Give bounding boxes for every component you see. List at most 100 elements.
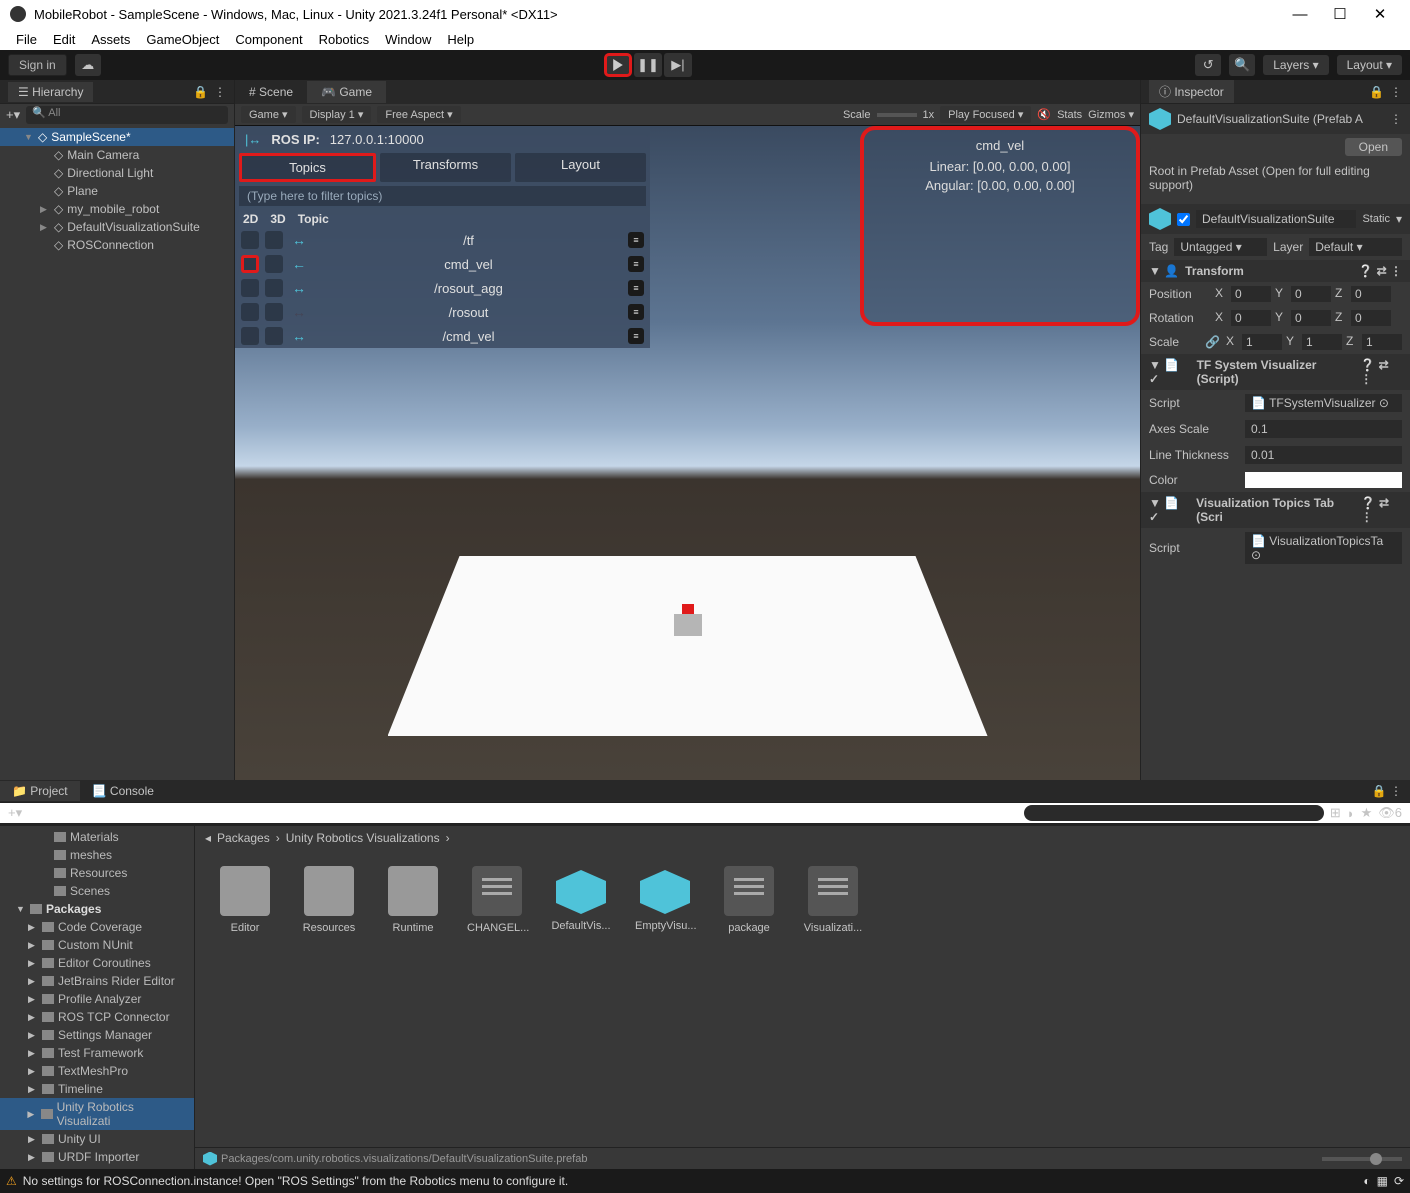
color-field[interactable]: [1245, 472, 1402, 488]
breadcrumb-item[interactable]: Unity Robotics Visualizations: [286, 831, 440, 845]
ros-tab-topics[interactable]: Topics: [239, 153, 376, 182]
gameobject-active-checkbox[interactable]: [1177, 213, 1190, 226]
folder-item[interactable]: ▶Profile Analyzer: [0, 990, 194, 1008]
rot-y[interactable]: 0: [1291, 310, 1331, 326]
asset-item[interactable]: CHANGEL...: [467, 866, 527, 1131]
folder-item[interactable]: ▶Code Coverage: [0, 918, 194, 936]
asset-item[interactable]: package: [719, 866, 779, 1131]
scale-y[interactable]: 1: [1302, 334, 1342, 350]
menu-file[interactable]: File: [10, 32, 43, 47]
folder-item[interactable]: ▶URDF Importer: [0, 1148, 194, 1166]
folder-item[interactable]: ▶TextMeshPro: [0, 1062, 194, 1080]
play-focused-dropdown[interactable]: Play Focused ▾: [940, 106, 1031, 123]
topic-2d-toggle[interactable]: [241, 327, 259, 345]
game-viewport[interactable]: |↔ ROS IP: 127.0.0.1:10000 Topics Transf…: [235, 126, 1140, 780]
axes-scale-field[interactable]: 0.1: [1245, 420, 1402, 438]
topic-menu-icon[interactable]: ≡: [628, 256, 644, 272]
folder-item[interactable]: ▶JetBrains Rider Editor: [0, 972, 194, 990]
topic-menu-icon[interactable]: ≡: [628, 328, 644, 344]
maximize-button[interactable]: ☐: [1320, 5, 1360, 23]
static-label[interactable]: Static: [1362, 213, 1390, 225]
menu-edit[interactable]: Edit: [47, 32, 81, 47]
folder-item[interactable]: ▶Version Control: [0, 1166, 194, 1169]
topic-3d-toggle[interactable]: [265, 255, 283, 273]
folder-item[interactable]: meshes: [0, 846, 194, 864]
console-tab[interactable]: 📃 Console: [80, 781, 166, 801]
topic-3d-toggle[interactable]: [265, 279, 283, 297]
project-search[interactable]: [1024, 805, 1324, 821]
gizmos-dropdown[interactable]: Gizmos ▾: [1088, 108, 1134, 121]
menu-component[interactable]: Component: [229, 32, 308, 47]
kebab-icon[interactable]: ⋮: [214, 85, 226, 99]
folder-item[interactable]: ▶Unity Robotics Visualizati: [0, 1098, 194, 1130]
hierarchy-item[interactable]: ▼◇SampleScene*: [0, 128, 234, 146]
topic-2d-toggle[interactable]: [241, 255, 259, 273]
favorite-icon[interactable]: ★: [1361, 805, 1373, 821]
close-button[interactable]: ✕: [1360, 5, 1400, 23]
tf-visualizer-header[interactable]: ▼ 📄 ✓ TF System Visualizer (Script)❔ ⇄ ⋮: [1141, 354, 1410, 390]
scale-slider[interactable]: [877, 113, 917, 117]
progress-icon[interactable]: ◐: [1363, 1174, 1370, 1188]
topic-3d-toggle[interactable]: [265, 303, 283, 321]
topic-2d-toggle[interactable]: [241, 279, 259, 297]
gameobject-name[interactable]: DefaultVisualizationSuite: [1196, 210, 1356, 228]
hidden-icon[interactable]: 👁6: [1378, 805, 1402, 821]
minimize-button[interactable]: —: [1280, 6, 1320, 23]
filter-icon[interactable]: ◗: [1347, 806, 1355, 821]
folder-item[interactable]: ▼Packages: [0, 900, 194, 918]
hierarchy-tab[interactable]: ☰ Hierarchy: [8, 82, 93, 102]
topic-3d-toggle[interactable]: [265, 231, 283, 249]
line-thickness-field[interactable]: 0.01: [1245, 446, 1402, 464]
game-dropdown[interactable]: Game ▾: [241, 106, 296, 123]
scale-z[interactable]: 1: [1362, 334, 1402, 350]
open-prefab-button[interactable]: Open: [1345, 138, 1402, 156]
ros-tab-transforms[interactable]: Transforms: [380, 153, 511, 182]
layers-dropdown[interactable]: Layers ▾: [1263, 55, 1328, 75]
menu-help[interactable]: Help: [441, 32, 480, 47]
refresh-icon[interactable]: ⟳: [1394, 1174, 1404, 1188]
folder-item[interactable]: ▶Editor Coroutines: [0, 954, 194, 972]
kebab-icon[interactable]: ⋮: [1390, 112, 1402, 126]
lock-icon[interactable]: 🔒: [1369, 85, 1384, 99]
pos-z[interactable]: 0: [1351, 286, 1391, 302]
hierarchy-item[interactable]: ▶◇DefaultVisualizationSuite: [0, 218, 234, 236]
display-dropdown[interactable]: Display 1 ▾: [302, 106, 372, 123]
transform-header[interactable]: ▼ 👤 Transform❔ ⇄ ⋮: [1141, 260, 1410, 282]
stats-button[interactable]: Stats: [1057, 109, 1082, 121]
hierarchy-item[interactable]: ▶◇my_mobile_robot: [0, 200, 234, 218]
layout-dropdown[interactable]: Layout ▾: [1337, 55, 1402, 75]
search-options-icon[interactable]: ⊞: [1330, 805, 1341, 821]
kebab-icon[interactable]: ⋮: [1390, 85, 1402, 99]
folder-item[interactable]: ▶Test Framework: [0, 1044, 194, 1062]
asset-item[interactable]: DefaultVis...: [551, 866, 611, 1131]
asset-item[interactable]: Visualizati...: [803, 866, 863, 1131]
create-dropdown[interactable]: +▾: [8, 805, 22, 821]
folder-item[interactable]: ▶Custom NUnit: [0, 936, 194, 954]
inspector-tab[interactable]: ⓘ Inspector: [1149, 80, 1234, 103]
lock-icon[interactable]: 🔒 ⋮: [1372, 784, 1410, 798]
project-tab[interactable]: 📁 Project: [0, 781, 80, 801]
mute-icon[interactable]: 🔇: [1037, 108, 1051, 121]
menu-assets[interactable]: Assets: [85, 32, 136, 47]
folder-item[interactable]: Resources: [0, 864, 194, 882]
topic-3d-toggle[interactable]: [265, 327, 283, 345]
tag-dropdown[interactable]: Untagged ▾: [1174, 238, 1267, 256]
menu-robotics[interactable]: Robotics: [313, 32, 376, 47]
topic-2d-toggle[interactable]: [241, 231, 259, 249]
create-dropdown[interactable]: +▾: [6, 107, 20, 123]
lock-icon[interactable]: 🔒: [193, 85, 208, 99]
topic-2d-toggle[interactable]: [241, 303, 259, 321]
cloud-icon[interactable]: ☁: [75, 54, 101, 76]
pause-button[interactable]: ❚❚: [634, 53, 662, 77]
hierarchy-item[interactable]: ◇ROSConnection: [0, 236, 234, 254]
status-message[interactable]: No settings for ROSConnection.instance! …: [23, 1174, 568, 1188]
folder-item[interactable]: ▶ROS TCP Connector: [0, 1008, 194, 1026]
hierarchy-search[interactable]: 🔍 All: [26, 106, 228, 124]
layer-dropdown[interactable]: Default ▾: [1309, 238, 1402, 256]
aspect-dropdown[interactable]: Free Aspect ▾: [377, 106, 460, 123]
play-button[interactable]: [604, 53, 632, 77]
pos-y[interactable]: 0: [1291, 286, 1331, 302]
breadcrumb-item[interactable]: Packages: [217, 831, 270, 845]
asset-item[interactable]: Editor: [215, 866, 275, 1131]
pos-x[interactable]: 0: [1231, 286, 1271, 302]
